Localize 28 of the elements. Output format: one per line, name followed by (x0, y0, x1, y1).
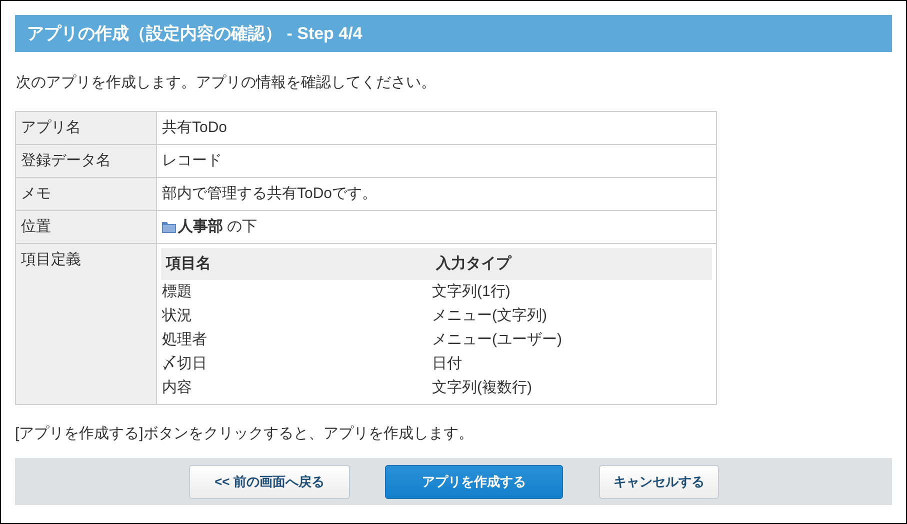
row-label: メモ (16, 178, 156, 210)
row-value: レコード (156, 144, 716, 178)
column-header: 項目名 (161, 248, 431, 280)
table-cell-text: メニュー(文字列) (431, 306, 548, 326)
row-label: 項目定義 (16, 244, 156, 404)
table-cell-text: 処理者 (161, 330, 208, 350)
folder-icon (162, 221, 176, 233)
table-cell-text: 状況 (161, 306, 193, 326)
table-cell-text: 内容 (161, 378, 193, 398)
create-button[interactable]: アプリを作成する (385, 464, 563, 498)
table-cell-text: メニュー(ユーザー) (431, 330, 563, 350)
row-label: 登録データ名 (16, 144, 156, 178)
row-value: 部内で管理する共有ToDoです。 (156, 178, 716, 210)
row-label: 位置 (16, 210, 156, 244)
table-cell-text: 〆切日 (161, 354, 208, 374)
table-cell-text: 文字列(複数行) (431, 378, 533, 398)
cancel-button[interactable]: キャンセルする (599, 464, 719, 498)
table-cell: 標題 (161, 280, 431, 304)
row-value: 共有ToDo (156, 112, 716, 144)
page-header: アプリの作成（設定内容の確認） - Step 4/4 (15, 15, 892, 52)
row-label: アプリ名 (16, 112, 156, 144)
intro-text: 次のアプリを作成します。アプリの情報を確認してください。 (15, 73, 437, 93)
table-cell: 文字列(1行) (431, 280, 712, 304)
table-cell-text: 日付 (431, 354, 463, 374)
location-text: 人事部 の下 (178, 217, 258, 237)
note-text: [アプリを作成する]ボタンをクリックすると、アプリを作成します。 (15, 424, 474, 444)
back-button[interactable]: << 前の画面へ戻る (189, 464, 350, 498)
column-header: 入力タイプ (431, 248, 712, 280)
